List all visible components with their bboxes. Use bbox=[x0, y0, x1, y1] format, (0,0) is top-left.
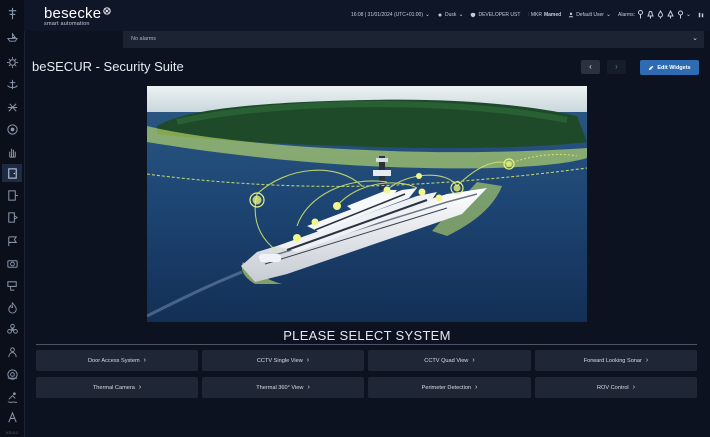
swimmer-icon[interactable] bbox=[5, 390, 19, 404]
profile-indicator[interactable]: DEVELOPER UST bbox=[470, 12, 520, 18]
button-label: CCTV Single View bbox=[256, 357, 303, 364]
prev-page-button[interactable]: ‹ bbox=[581, 60, 600, 74]
diver-icon[interactable] bbox=[5, 345, 19, 359]
user-text: Default User bbox=[576, 11, 604, 18]
chevron-right-icon: › bbox=[138, 384, 142, 391]
sliders-icon bbox=[698, 12, 704, 17]
chevron-down-icon: ⌄ bbox=[425, 12, 431, 18]
settings-button[interactable] bbox=[698, 12, 704, 18]
gear-icon[interactable] bbox=[5, 55, 19, 69]
boat-icon[interactable] bbox=[5, 30, 19, 44]
alarm-fire-icon[interactable] bbox=[657, 10, 664, 19]
edit-widgets-button[interactable]: Edit Widgets bbox=[640, 60, 699, 75]
chevron-down-icon[interactable]: ⌄ bbox=[692, 34, 698, 42]
cctv-single-view-button[interactable]: CCTV Single View › bbox=[202, 350, 364, 371]
user-icon bbox=[568, 12, 574, 17]
sun-icon bbox=[438, 13, 442, 16]
anchor-icon-2[interactable] bbox=[5, 100, 19, 114]
anchor-icon[interactable] bbox=[5, 77, 19, 91]
alarm-status-text: No alarms bbox=[131, 36, 157, 42]
datetime-selector[interactable]: 16:08 | 31/01/2024 (UTC+01:00) ⌄ bbox=[350, 11, 431, 19]
next-page-button[interactable]: › bbox=[607, 60, 626, 74]
brand-name: besecke bbox=[44, 5, 102, 22]
chevron-right-icon: › bbox=[645, 357, 649, 364]
chevron-right-icon: › bbox=[306, 357, 310, 364]
location-code: MKR bbox=[530, 11, 542, 18]
alarm-strip[interactable]: No alarms ⌄ bbox=[123, 31, 704, 48]
shield-icon bbox=[471, 12, 476, 17]
fire-icon[interactable] bbox=[5, 300, 19, 314]
alarm-bell-icon[interactable] bbox=[647, 10, 654, 19]
button-label: CCTV Quad View bbox=[424, 357, 469, 364]
datetime-text: 16:08 | 31/01/2024 (UTC+01:00) bbox=[350, 11, 423, 18]
location-indicator[interactable]: ⁞ MKR Mamed bbox=[527, 12, 561, 18]
mode-selector[interactable]: Dusk ⌄ bbox=[437, 11, 463, 18]
door-icon-2[interactable] bbox=[5, 210, 19, 224]
flag-icon[interactable] bbox=[5, 234, 19, 248]
rov-control-button[interactable]: ROV Control › bbox=[535, 377, 697, 398]
mode-text: Dusk bbox=[445, 11, 457, 18]
alarm-pin-icon[interactable] bbox=[637, 10, 644, 19]
chevron-right-icon: › bbox=[307, 384, 310, 391]
lifebuoy-icon[interactable] bbox=[5, 367, 19, 381]
button-label: Door Access System bbox=[88, 357, 140, 364]
chevron-down-icon: ⌄ bbox=[458, 12, 464, 18]
top-bar: besecke smart automation 16:08 | 31/01/2… bbox=[24, 0, 710, 31]
alarms-group[interactable]: Alarms: ⌄ bbox=[618, 10, 691, 19]
edit-icon bbox=[649, 65, 654, 70]
version-label: V.0.0.1 bbox=[5, 430, 19, 435]
text-icon[interactable] bbox=[5, 410, 19, 424]
camera-icon[interactable] bbox=[5, 256, 19, 270]
alarm-warning-icon[interactable] bbox=[667, 10, 674, 19]
system-select-heading: PLEASE SELECT SYSTEM bbox=[283, 328, 451, 343]
brand-mark-icon bbox=[103, 6, 111, 15]
thermal-camera-button[interactable]: Thermal Camera › bbox=[36, 377, 198, 398]
forward-looking-sonar-button[interactable]: Forward Looking Sonar › bbox=[535, 350, 697, 371]
button-label: Thermal 360° View bbox=[256, 384, 304, 391]
hand-icon[interactable] bbox=[5, 145, 19, 159]
chevron-right-icon: › bbox=[475, 384, 478, 391]
alarm-circle-icon[interactable] bbox=[677, 10, 684, 19]
chevron-right-icon: › bbox=[472, 357, 475, 364]
button-label: Thermal Camera bbox=[92, 384, 135, 391]
door-open-icon[interactable] bbox=[5, 188, 19, 202]
edit-widgets-label: Edit Widgets bbox=[657, 64, 691, 71]
chevron-right-icon: › bbox=[632, 384, 636, 391]
cctv-icon[interactable] bbox=[5, 278, 19, 292]
perimeter-detection-button[interactable]: Perimeter Detection › bbox=[368, 377, 531, 398]
button-label: Forward Looking Sonar bbox=[583, 357, 642, 364]
cctv-quad-view-button[interactable]: CCTV Quad View › bbox=[368, 350, 531, 371]
button-label: ROV Control bbox=[596, 384, 629, 391]
door-icon[interactable] bbox=[2, 164, 22, 182]
alarms-label: Alarms: bbox=[618, 11, 635, 18]
yacht-overview-image[interactable] bbox=[147, 86, 587, 322]
button-label: Perimeter Detection bbox=[421, 384, 472, 391]
brand-logo: besecke smart automation bbox=[44, 5, 111, 27]
chevron-right-icon: › bbox=[143, 357, 146, 364]
mast-icon[interactable] bbox=[5, 6, 19, 20]
page-title: beSECUR - Security Suite bbox=[32, 59, 184, 74]
chevron-down-icon: ⌄ bbox=[685, 12, 691, 18]
side-rail: V.0.0.1 bbox=[0, 0, 25, 437]
eye-icon[interactable] bbox=[5, 122, 19, 136]
profile-text: DEVELOPER UST bbox=[478, 11, 521, 18]
top-info: 16:08 | 31/01/2024 (UTC+01:00) ⌄ Dusk ⌄ … bbox=[351, 10, 704, 19]
divider bbox=[36, 344, 697, 345]
chevron-down-icon: ⌄ bbox=[605, 12, 612, 18]
user-selector[interactable]: Default User ⌄ bbox=[568, 11, 611, 18]
location-name: Mamed bbox=[543, 11, 562, 18]
door-access-system-button[interactable]: Door Access System › bbox=[36, 350, 198, 371]
thermal-360-view-button[interactable]: Thermal 360° View › bbox=[202, 377, 364, 398]
